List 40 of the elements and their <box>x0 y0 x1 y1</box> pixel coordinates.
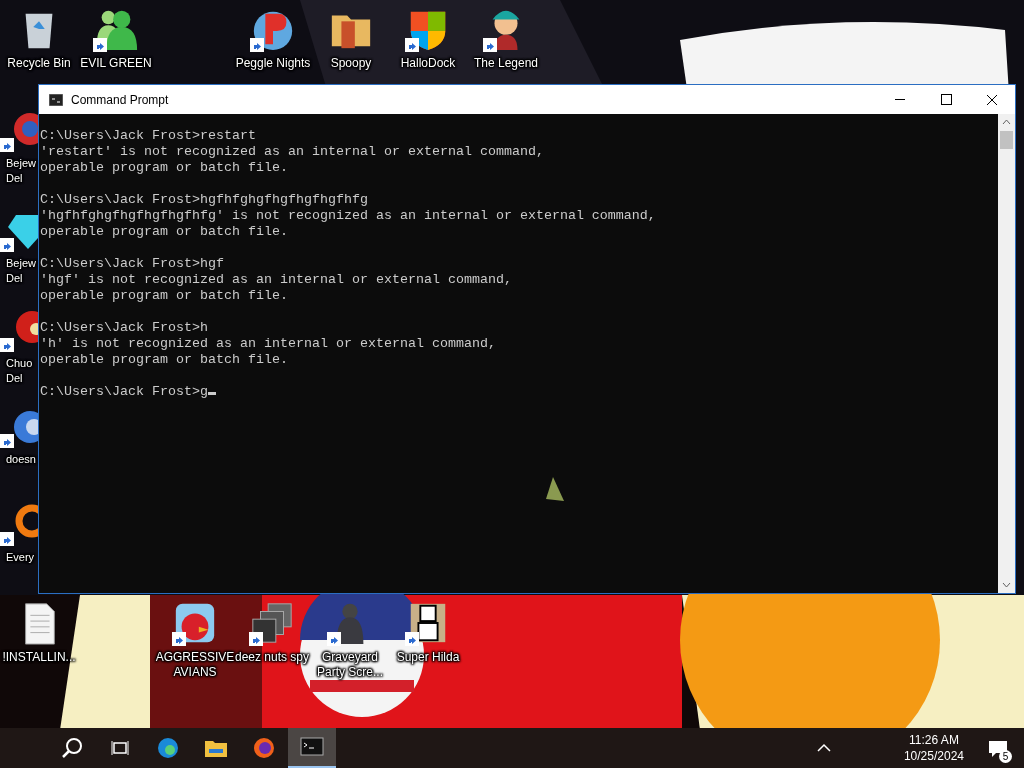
icon-label[interactable]: Del <box>0 171 38 186</box>
icon-label[interactable]: Bejew <box>0 256 38 271</box>
icon-label[interactable]: Del <box>0 271 38 286</box>
icon-label[interactable]: Spoopy <box>330 56 372 71</box>
icon-label[interactable]: Bejew <box>0 156 38 171</box>
maximize-icon <box>940 94 952 105</box>
notification-count: 5 <box>999 750 1012 763</box>
icon-label[interactable]: Del <box>0 371 38 386</box>
terminal-icon <box>49 93 63 106</box>
minimize-icon <box>895 99 905 100</box>
window-title: Command Prompt <box>71 91 170 109</box>
icon-label[interactable]: Recycle Bin <box>7 56 71 71</box>
console-line: 'hgfhfghgfhgfhgfhgfhfg' is not recognized as an internal or external command, <box>40 208 657 224</box>
icon-label[interactable]: doesn <box>0 452 38 467</box>
icon-label[interactable]: Every <box>0 550 38 565</box>
terminal-icon[interactable] <box>288 728 336 768</box>
console-line: 'hgf' is not recognized as an internal or external command, <box>40 272 513 288</box>
close-icon <box>987 94 997 105</box>
icon-label[interactable]: AVIANS <box>173 665 217 680</box>
console-line: operable program or batch file. <box>40 224 289 240</box>
console-line: C:\Users\Jack Frost>h <box>40 320 209 336</box>
console-line: C:\Users\Jack Frost>g <box>40 384 998 400</box>
icon-label[interactable]: EVIL GREEN <box>80 56 152 71</box>
clock-time[interactable]: 11:26 AM <box>903 732 964 748</box>
console-line: C:\Users\Jack Frost>restart <box>40 128 257 144</box>
icon-label[interactable]: Peggle Nights <box>235 56 311 71</box>
console-line: operable program or batch file. <box>40 352 289 368</box>
console-line: operable program or batch file. <box>40 288 289 304</box>
pointer-icon <box>545 477 565 503</box>
clock-date[interactable]: 10/25/2024 <box>903 748 964 764</box>
notification-icon[interactable] <box>988 739 1008 758</box>
icon-label[interactable]: Chuo <box>0 356 38 371</box>
console-line: 'restart' is not recognized as an internal or external command, <box>40 144 545 160</box>
scrollbar-thumb[interactable] <box>1000 131 1013 149</box>
icon-label[interactable]: HalloDock <box>400 56 456 71</box>
icon-label[interactable]: The Legend <box>473 56 539 71</box>
console-line: C:\Users\Jack Frost>hgf <box>40 256 225 272</box>
console-line: 'h' is not recognized as an internal or external command, <box>40 336 497 352</box>
console-line: C:\Users\Jack Frost>hgfhfghgfhgfhgfhgfhfg <box>40 192 369 208</box>
console-line: operable program or batch file. <box>40 160 289 176</box>
